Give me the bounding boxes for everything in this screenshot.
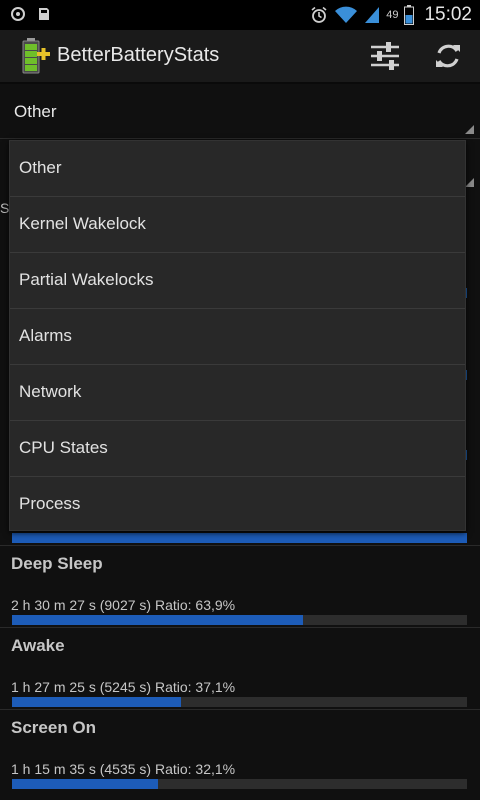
stat-title: Awake [11, 636, 65, 655]
wifi-icon [335, 6, 358, 23]
stat-title: Screen On [11, 718, 97, 737]
sync-notification-icon [11, 7, 25, 21]
refresh-button[interactable] [428, 38, 468, 74]
progress-track [12, 615, 467, 625]
category-dropdown-menu: Other Kernel Wakelock Partial Wakelocks … [9, 140, 466, 531]
stat-detail: 2 h 30 m 27 s (9027 s) Ratio: 63,9% [11, 597, 236, 613]
list-item[interactable]: Awake 1 h 27 m 25 s (5245 s) Ratio: 37,1… [0, 627, 480, 710]
spinner-selected-value: Other [14, 102, 57, 121]
dropdown-item-process[interactable]: Process [10, 477, 465, 533]
settings-button[interactable] [365, 38, 405, 74]
battery-icon [404, 5, 415, 25]
second-spinner-arrow-icon [465, 178, 474, 187]
progress-fill [12, 697, 181, 707]
dropdown-item-label: Partial Wakelocks [19, 270, 154, 289]
stat-detail: 1 h 27 m 25 s (5245 s) Ratio: 37,1% [11, 679, 236, 695]
cell-signal-icon [365, 7, 380, 23]
dropdown-item-label: Other [19, 158, 62, 177]
dropdown-item-label: CPU States [19, 438, 108, 457]
category-spinner[interactable]: Other [0, 84, 480, 139]
dropdown-item-other[interactable]: Other [10, 141, 465, 197]
battery-app-icon [22, 38, 50, 74]
list-item[interactable]: Screen On 1 h 15 m 35 s (4535 s) Ratio: … [0, 709, 480, 792]
dropdown-item-label: Kernel Wakelock [19, 214, 146, 233]
sd-card-icon [39, 8, 49, 20]
action-bar: BetterBatteryStats [0, 30, 480, 84]
dropdown-item-partial-wakelocks[interactable]: Partial Wakelocks [10, 253, 465, 309]
app-title: BetterBatteryStats [57, 44, 220, 66]
status-clock: 15:02 [424, 4, 472, 25]
list-item[interactable]: Deep Sleep 2 h 30 m 27 s (9027 s) Ratio:… [0, 545, 480, 628]
dropdown-item-kernel-wakelock[interactable]: Kernel Wakelock [10, 197, 465, 253]
status-bar: 49 15:02 [0, 0, 480, 30]
settings-sliders-icon [371, 42, 399, 70]
dropdown-item-label: Alarms [19, 326, 72, 345]
progress-track [12, 779, 467, 789]
alarm-clock-icon [311, 6, 327, 23]
dropdown-item-cpu-states[interactable]: CPU States [10, 421, 465, 477]
battery-level-text: 49 [386, 9, 399, 21]
stat-detail: 1 h 15 m 35 s (4535 s) Ratio: 32,1% [11, 761, 236, 777]
spinner-arrow-icon [465, 125, 474, 134]
stat-title: Deep Sleep [11, 554, 103, 573]
dropdown-item-network[interactable]: Network [10, 365, 465, 421]
refresh-icon [436, 44, 460, 68]
dropdown-item-alarms[interactable]: Alarms [10, 309, 465, 365]
progress-fill [12, 615, 303, 625]
hidden-row-label: S [0, 200, 10, 216]
dropdown-item-label: Network [19, 382, 82, 401]
progress-fill [12, 779, 159, 789]
progress-track [12, 533, 467, 543]
progress-track [12, 697, 467, 707]
dropdown-item-label: Process [19, 494, 81, 513]
progress-fill [12, 533, 467, 543]
